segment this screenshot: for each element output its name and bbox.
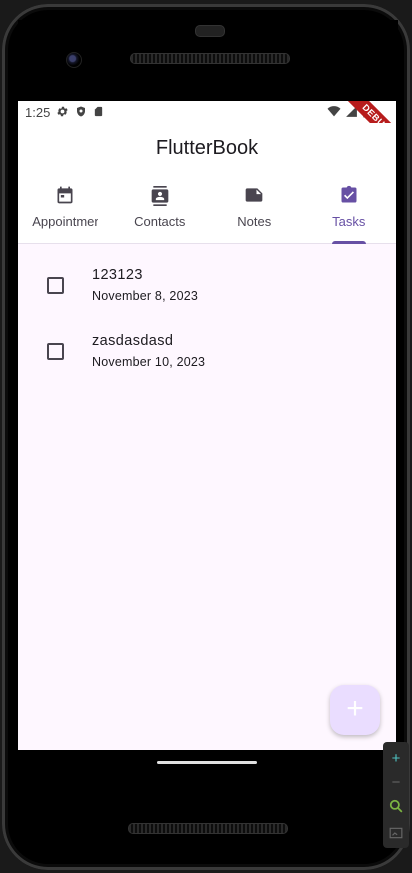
tab-label: Contacts <box>134 214 186 229</box>
status-time: 1:25 <box>25 105 51 120</box>
app-screen: 1:25 DEBUG FlutterBook Appointments Cont… <box>18 101 396 750</box>
task-date: November 8, 2023 <box>92 289 199 303</box>
screenshot-icon[interactable] <box>383 824 409 846</box>
home-indicator[interactable] <box>157 761 257 764</box>
tab-notes[interactable]: Notes <box>207 173 302 243</box>
wifi-icon <box>327 106 341 117</box>
zoom-out-icon[interactable]: − <box>383 772 409 794</box>
calendar-icon <box>57 186 73 204</box>
tab-appointments[interactable]: Appointments <box>18 173 113 243</box>
note-icon <box>245 188 263 202</box>
tab-label: Appointments <box>32 214 99 229</box>
emulator-toolbar: + − <box>383 742 409 848</box>
task-title: 123123 <box>92 267 143 283</box>
tab-contacts[interactable]: Contacts <box>113 173 208 243</box>
shield-icon <box>77 106 85 117</box>
settings-icon <box>57 106 68 117</box>
tab-label: Notes <box>237 214 272 229</box>
bottom-speaker-grille <box>128 823 288 834</box>
task-list: 123123 November 8, 2023 zasdasdasd Novem… <box>18 243 396 375</box>
task-checkbox[interactable] <box>47 277 64 294</box>
task-checkbox[interactable] <box>47 343 64 360</box>
top-speaker-grille <box>130 53 290 64</box>
zoom-in-icon[interactable]: + <box>383 748 409 770</box>
tab-label: Tasks <box>332 214 366 229</box>
task-item[interactable]: zasdasdasd November 10, 2023 <box>18 309 396 375</box>
task-date: November 10, 2023 <box>92 355 206 369</box>
task-check-icon <box>341 185 357 203</box>
task-item[interactable]: 123123 November 8, 2023 <box>18 243 396 309</box>
front-camera <box>66 52 82 68</box>
tab-tasks[interactable]: Tasks <box>302 173 397 244</box>
tab-bar: Appointments Contacts Notes Tasks <box>18 173 396 244</box>
earpiece <box>195 25 225 37</box>
magnifier-icon[interactable] <box>383 798 409 820</box>
app-bar: FlutterBook <box>18 123 396 173</box>
task-title: zasdasdasd <box>92 333 174 349</box>
status-bar: 1:25 DEBUG <box>18 101 396 154</box>
plus-icon: + <box>346 692 364 725</box>
app-title: FlutterBook <box>155 137 259 159</box>
add-task-button[interactable]: + <box>330 685 380 735</box>
contacts-icon <box>151 186 169 206</box>
sd-card-icon <box>94 106 103 117</box>
